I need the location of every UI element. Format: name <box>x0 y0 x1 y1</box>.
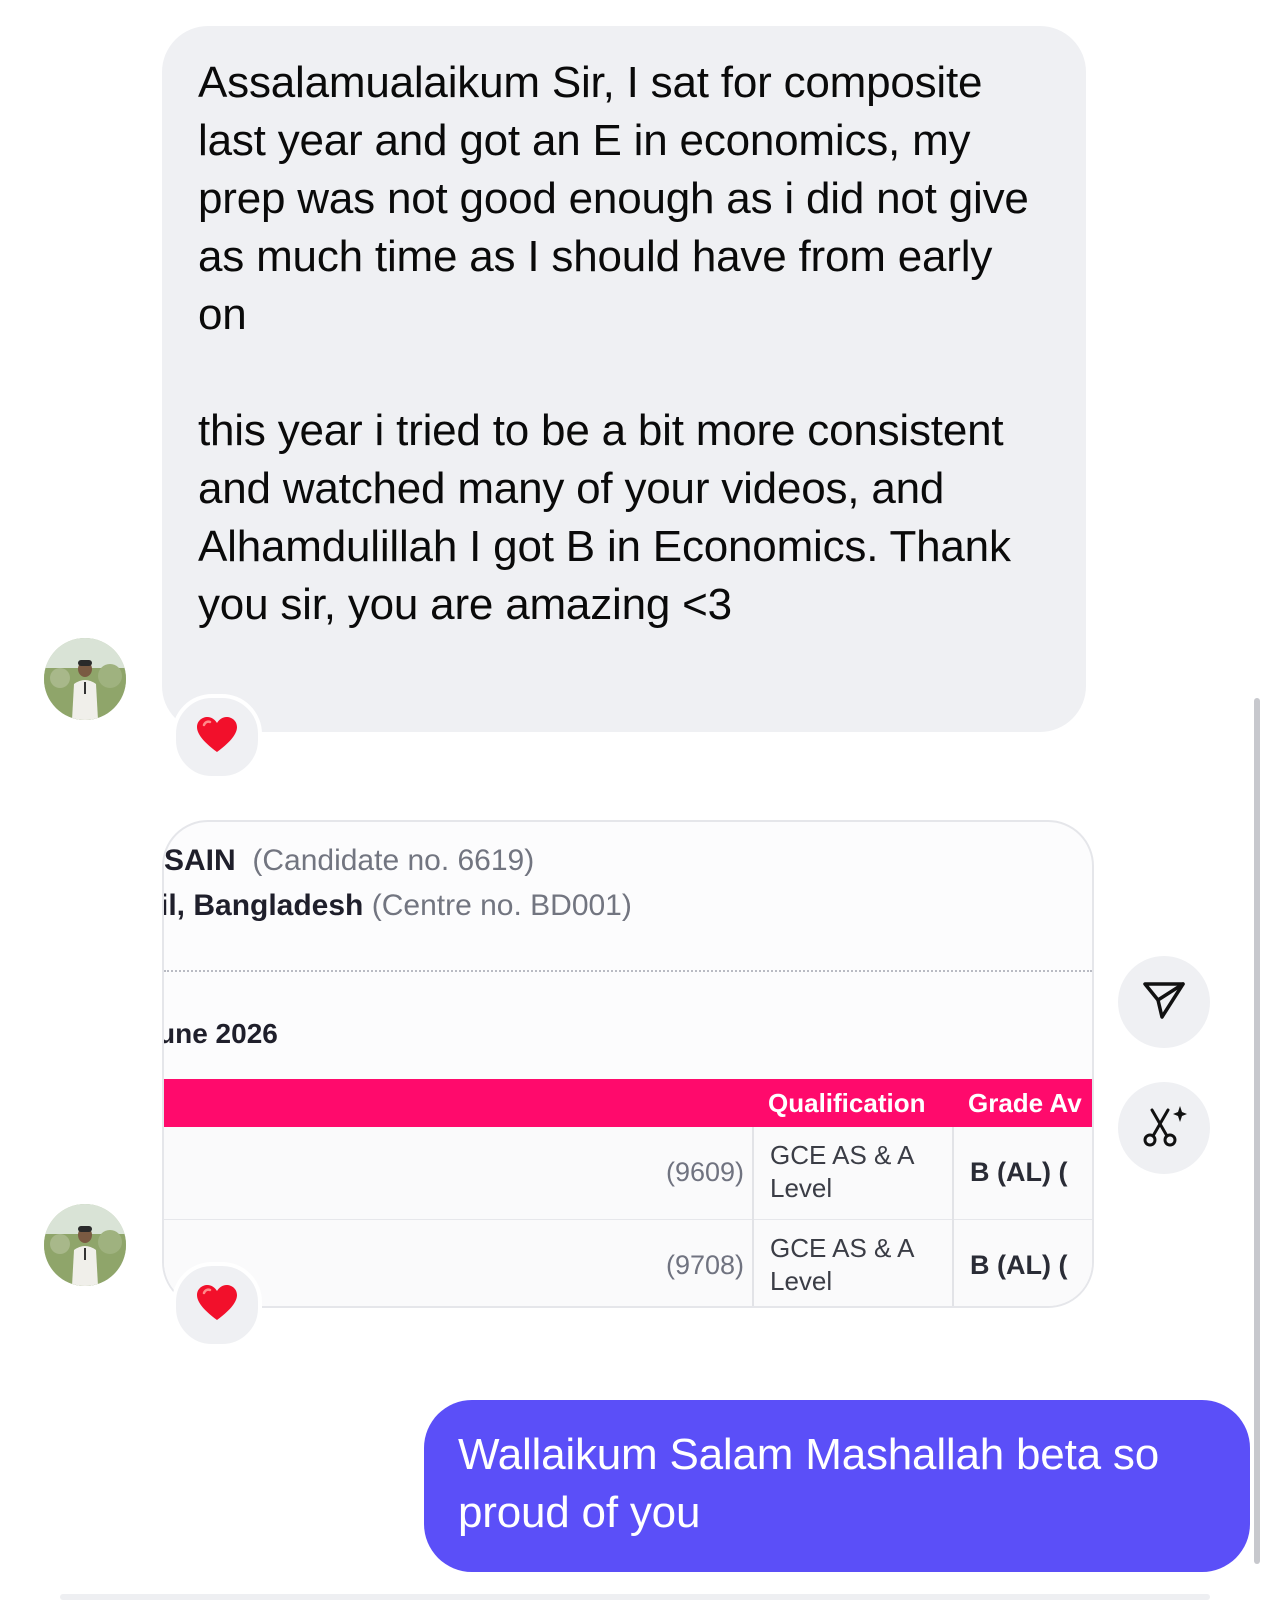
scrollbar[interactable] <box>1254 698 1260 1564</box>
subject-code: (9609) <box>665 1157 744 1187</box>
results-table-header: Qualification Grade Av <box>164 1079 1092 1127</box>
ai-edit-button[interactable] <box>1118 1082 1210 1174</box>
outgoing-message-text: Wallaikum Salam Mashallah beta so proud … <box>458 1430 1159 1537</box>
outgoing-message-bubble[interactable]: Wallaikum Salam Mashallah beta so proud … <box>424 1400 1250 1572</box>
heart-icon <box>196 716 238 759</box>
avatar-photo <box>44 1204 126 1286</box>
message-reaction[interactable] <box>172 1262 262 1348</box>
qualification-cell: GCE AS & A Level <box>770 1233 914 1296</box>
header-qualification: Qualification <box>768 1088 926 1118</box>
header-grade: Grade Av <box>968 1088 1082 1118</box>
centre-line: il, Bangladesh (Centre no. BD001) <box>162 889 632 923</box>
message-reaction[interactable] <box>172 694 262 780</box>
centre-name: il, Bangladesh <box>162 889 364 922</box>
forward-button[interactable] <box>1118 956 1210 1048</box>
sender-avatar[interactable] <box>44 1204 126 1286</box>
send-icon <box>1142 980 1186 1025</box>
incoming-message-bubble[interactable]: Assalamualaikum Sir, I sat for composite… <box>162 26 1086 732</box>
grade-cell: B (AL) ( <box>970 1157 1068 1187</box>
grade-cell: B (AL) ( <box>970 1250 1068 1280</box>
candidate-name: SAIN <box>164 844 236 877</box>
message-paragraph-2: this year i tried to be a bit more consi… <box>198 406 1011 629</box>
column-divider <box>952 1127 954 1306</box>
message-paragraph-1: Assalamualaikum Sir, I sat for composite… <box>198 58 1029 339</box>
divider <box>164 970 1092 972</box>
sender-avatar[interactable] <box>44 638 126 720</box>
subject-code: (9708) <box>665 1250 744 1280</box>
candidate-number: (Candidate no. 6619) <box>252 844 535 877</box>
centre-number: (Centre no. BD001) <box>371 889 632 922</box>
qualification-cell: GCE AS & A Level <box>770 1140 914 1203</box>
heart-icon <box>196 1284 238 1327</box>
candidate-line: SAIN (Candidate no. 6619) <box>164 844 534 878</box>
column-divider <box>752 1127 754 1306</box>
scissors-sparkle-icon <box>1140 1102 1188 1155</box>
avatar-photo <box>44 638 126 720</box>
result-image-attachment[interactable]: SAIN (Candidate no. 6619) il, Bangladesh… <box>162 820 1094 1308</box>
exam-session: une 2026 <box>162 1018 278 1049</box>
composer-edge <box>60 1594 1210 1600</box>
